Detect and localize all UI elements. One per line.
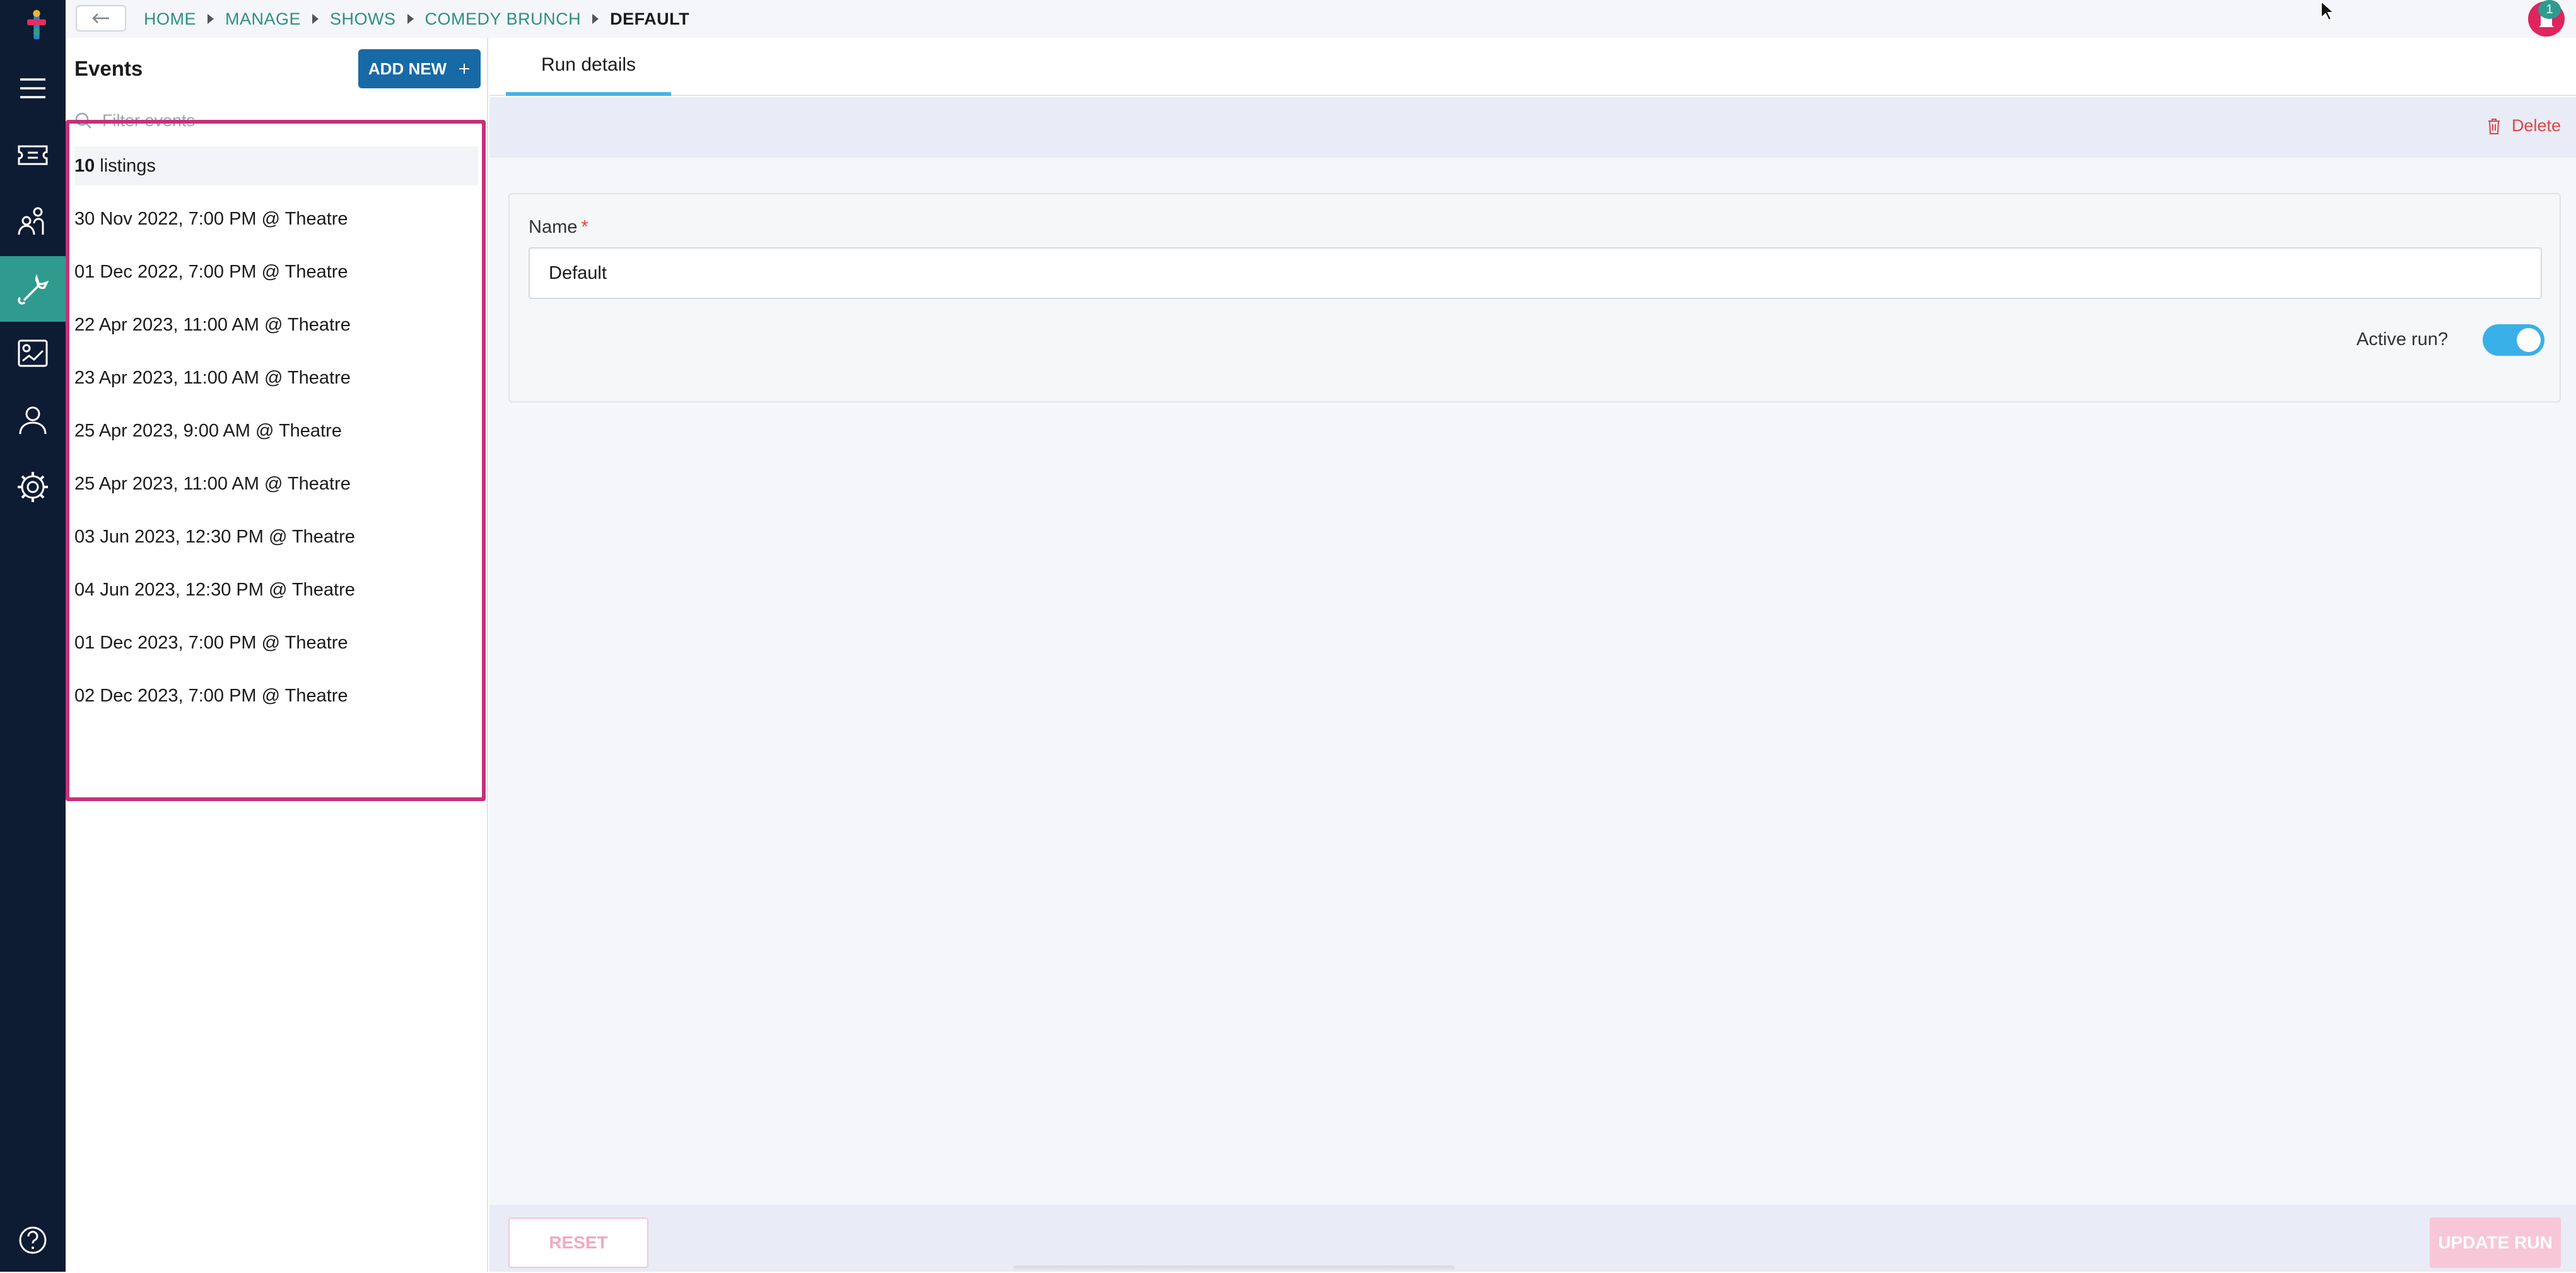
breadcrumb-comedy-brunch[interactable]: COMEDY BRUNCH: [425, 9, 582, 29]
name-field[interactable]: [529, 247, 2542, 299]
add-new-label: ADD NEW: [368, 59, 447, 78]
tools-icon[interactable]: [0, 256, 66, 322]
name-label-text: Name: [529, 217, 578, 237]
breadcrumb: HOME MANAGE SHOWS COMEDY BRUNCH DEFAULT: [144, 8, 689, 30]
event-list-item[interactable]: 25 Apr 2023, 11:00 AM @ Theatre: [74, 465, 351, 503]
scroll-shadow: [1013, 1265, 1455, 1272]
arrow-left-icon: [92, 13, 109, 23]
event-list-item[interactable]: 01 Dec 2022, 7:00 PM @ Theatre: [74, 253, 348, 291]
trash-icon: [2488, 118, 2500, 134]
name-label: Name *: [529, 217, 588, 238]
breadcrumb-current: DEFAULT: [610, 9, 690, 28]
event-list-item[interactable]: 02 Dec 2023, 7:00 PM @ Theatre: [74, 677, 348, 715]
listings-label: listings: [100, 155, 156, 176]
listings-count: 10 listings: [74, 146, 478, 185]
form-footer: RESET UPDATE RUN: [489, 1205, 2576, 1272]
required-marker: *: [581, 217, 588, 237]
event-list-item[interactable]: 23 Apr 2023, 11:00 AM @ Theatre: [74, 359, 351, 397]
user-icon[interactable]: [0, 387, 66, 453]
reset-button[interactable]: RESET: [508, 1217, 648, 1268]
plus-icon: [459, 64, 470, 74]
event-list-item[interactable]: 03 Jun 2023, 12:30 PM @ Theatre: [74, 518, 355, 556]
reports-icon[interactable]: [0, 320, 66, 386]
chevron-right-icon: [312, 14, 319, 24]
run-details-content: Delete Name* Active run? RESET UPDATE RU…: [489, 97, 2576, 1272]
search-icon: [75, 112, 91, 129]
listings-number: 10: [74, 155, 95, 176]
delete-label: Delete: [2511, 116, 2561, 135]
tab-run-details[interactable]: Run details: [506, 38, 671, 96]
audience-icon[interactable]: [0, 189, 66, 255]
help-icon[interactable]: [0, 1207, 66, 1273]
breadcrumb-manage[interactable]: MANAGE: [225, 9, 301, 29]
event-list-item[interactable]: 01 Dec 2023, 7:00 PM @ Theatre: [74, 624, 348, 662]
notification-count-badge: 1: [2538, 0, 2561, 19]
tab-bar: Run details: [489, 38, 2576, 96]
active-run-label: Active run?: [2356, 329, 2449, 349]
breadcrumb-home[interactable]: HOME: [144, 9, 196, 29]
update-run-button[interactable]: UPDATE RUN: [2430, 1217, 2561, 1268]
action-bar: Delete: [489, 97, 2576, 158]
toggle-knob: [2517, 328, 2541, 352]
tickets-icon[interactable]: [0, 122, 66, 188]
run-form-card: Name* Active run?: [508, 193, 2561, 402]
top-bar: HOME MANAGE SHOWS COMEDY BRUNCH DEFAULT: [66, 0, 2576, 38]
add-new-button[interactable]: ADD NEW: [358, 49, 481, 88]
logo-icon[interactable]: [19, 8, 47, 45]
filter-events-input[interactable]: Filter events: [74, 105, 478, 136]
mouse-cursor-icon: [2320, 0, 2336, 25]
event-list-item[interactable]: 04 Jun 2023, 12:30 PM @ Theatre: [74, 571, 355, 609]
event-list-item[interactable]: 22 Apr 2023, 11:00 AM @ Theatre: [74, 306, 351, 344]
chevron-right-icon: [407, 14, 414, 24]
active-run-toggle[interactable]: [2483, 324, 2544, 356]
back-button[interactable]: [76, 5, 126, 32]
delete-button[interactable]: Delete: [2486, 116, 2561, 136]
event-list-item[interactable]: 25 Apr 2023, 9:00 AM @ Theatre: [74, 412, 342, 450]
settings-icon[interactable]: [0, 454, 66, 520]
events-title: Events: [74, 57, 143, 80]
event-list-item[interactable]: 30 Nov 2022, 7:00 PM @ Theatre: [74, 200, 348, 238]
menu-icon[interactable]: [0, 56, 66, 121]
chevron-right-icon: [592, 14, 599, 24]
breadcrumb-shows[interactable]: SHOWS: [330, 9, 396, 29]
filter-placeholder: Filter events: [102, 110, 196, 130]
chevron-right-icon: [208, 14, 214, 24]
side-nav-rail: [0, 0, 66, 1272]
